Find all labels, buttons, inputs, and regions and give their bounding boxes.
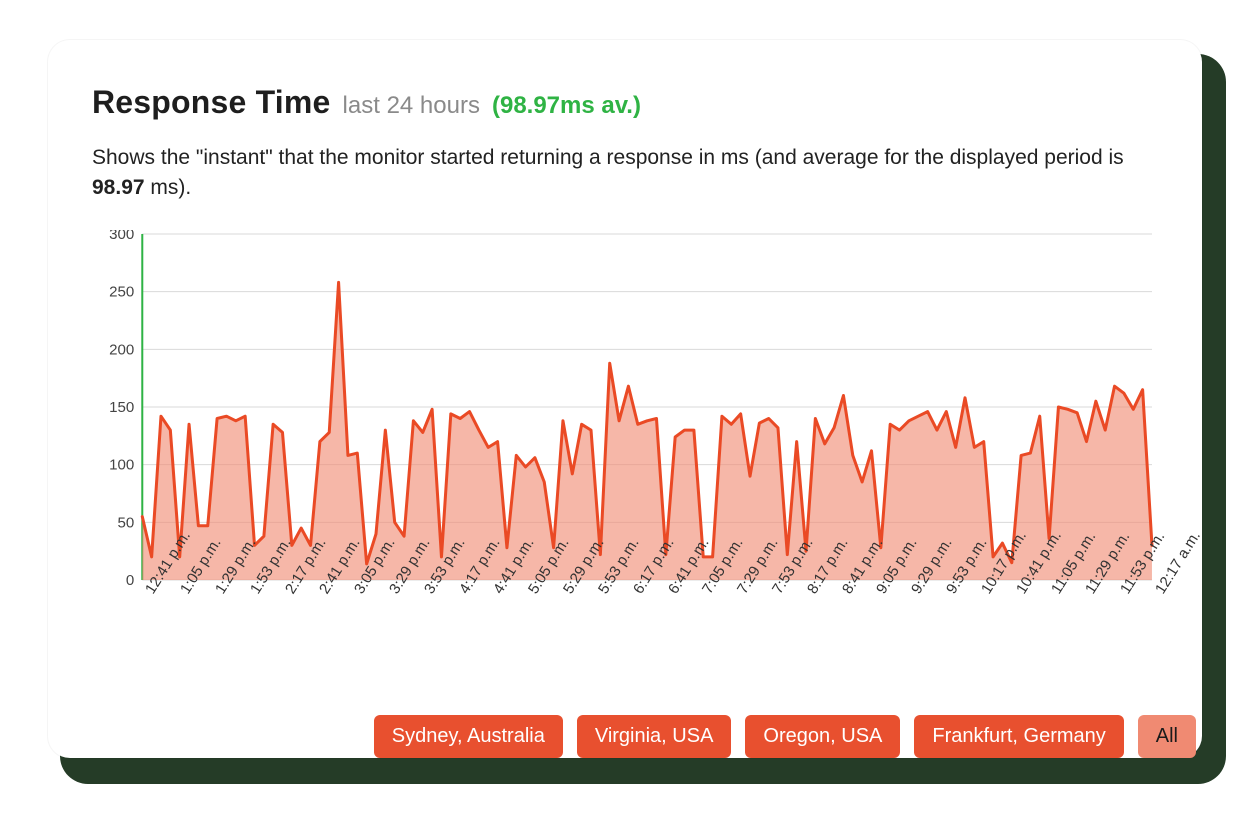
x-axis-labels: 12:41 p.m.1:05 p.m.1:29 p.m.1:53 p.m.2:1…: [92, 588, 1158, 684]
y-tick-label: 0: [126, 572, 134, 589]
y-tick-label: 200: [109, 341, 134, 358]
legend-all[interactable]: All: [1138, 715, 1196, 758]
response-time-card: Response Time last 24 hours (98.97ms av.…: [48, 40, 1202, 758]
legend-virginia[interactable]: Virginia, USA: [577, 715, 732, 758]
subtitle-period: last 24 hours: [343, 92, 480, 120]
legend-sydney[interactable]: Sydney, Australia: [374, 715, 563, 758]
legend-frankfurt[interactable]: Frankfurt, Germany: [914, 715, 1123, 758]
y-tick-label: 100: [109, 457, 134, 474]
y-tick-label: 250: [109, 284, 134, 301]
legend-oregon[interactable]: Oregon, USA: [745, 715, 900, 758]
y-tick-label: 300: [109, 230, 134, 243]
y-tick-label: 150: [109, 399, 134, 416]
card-header: Response Time last 24 hours (98.97ms av.…: [92, 84, 1158, 121]
y-tick-label: 50: [117, 514, 134, 531]
subtitle-average: (98.97ms av.): [492, 92, 641, 120]
chart-svg: 0 50 100 150 200 250 300: [92, 230, 1158, 590]
legend-row: Sydney, Australia Virginia, USA Oregon, …: [48, 715, 1202, 758]
description-text: Shows the "instant" that the monitor sta…: [92, 143, 1158, 204]
page-title: Response Time: [92, 84, 331, 121]
response-time-chart: 050100150200250300 12:41 p.m.1:05 p.m.1:…: [92, 230, 1158, 590]
